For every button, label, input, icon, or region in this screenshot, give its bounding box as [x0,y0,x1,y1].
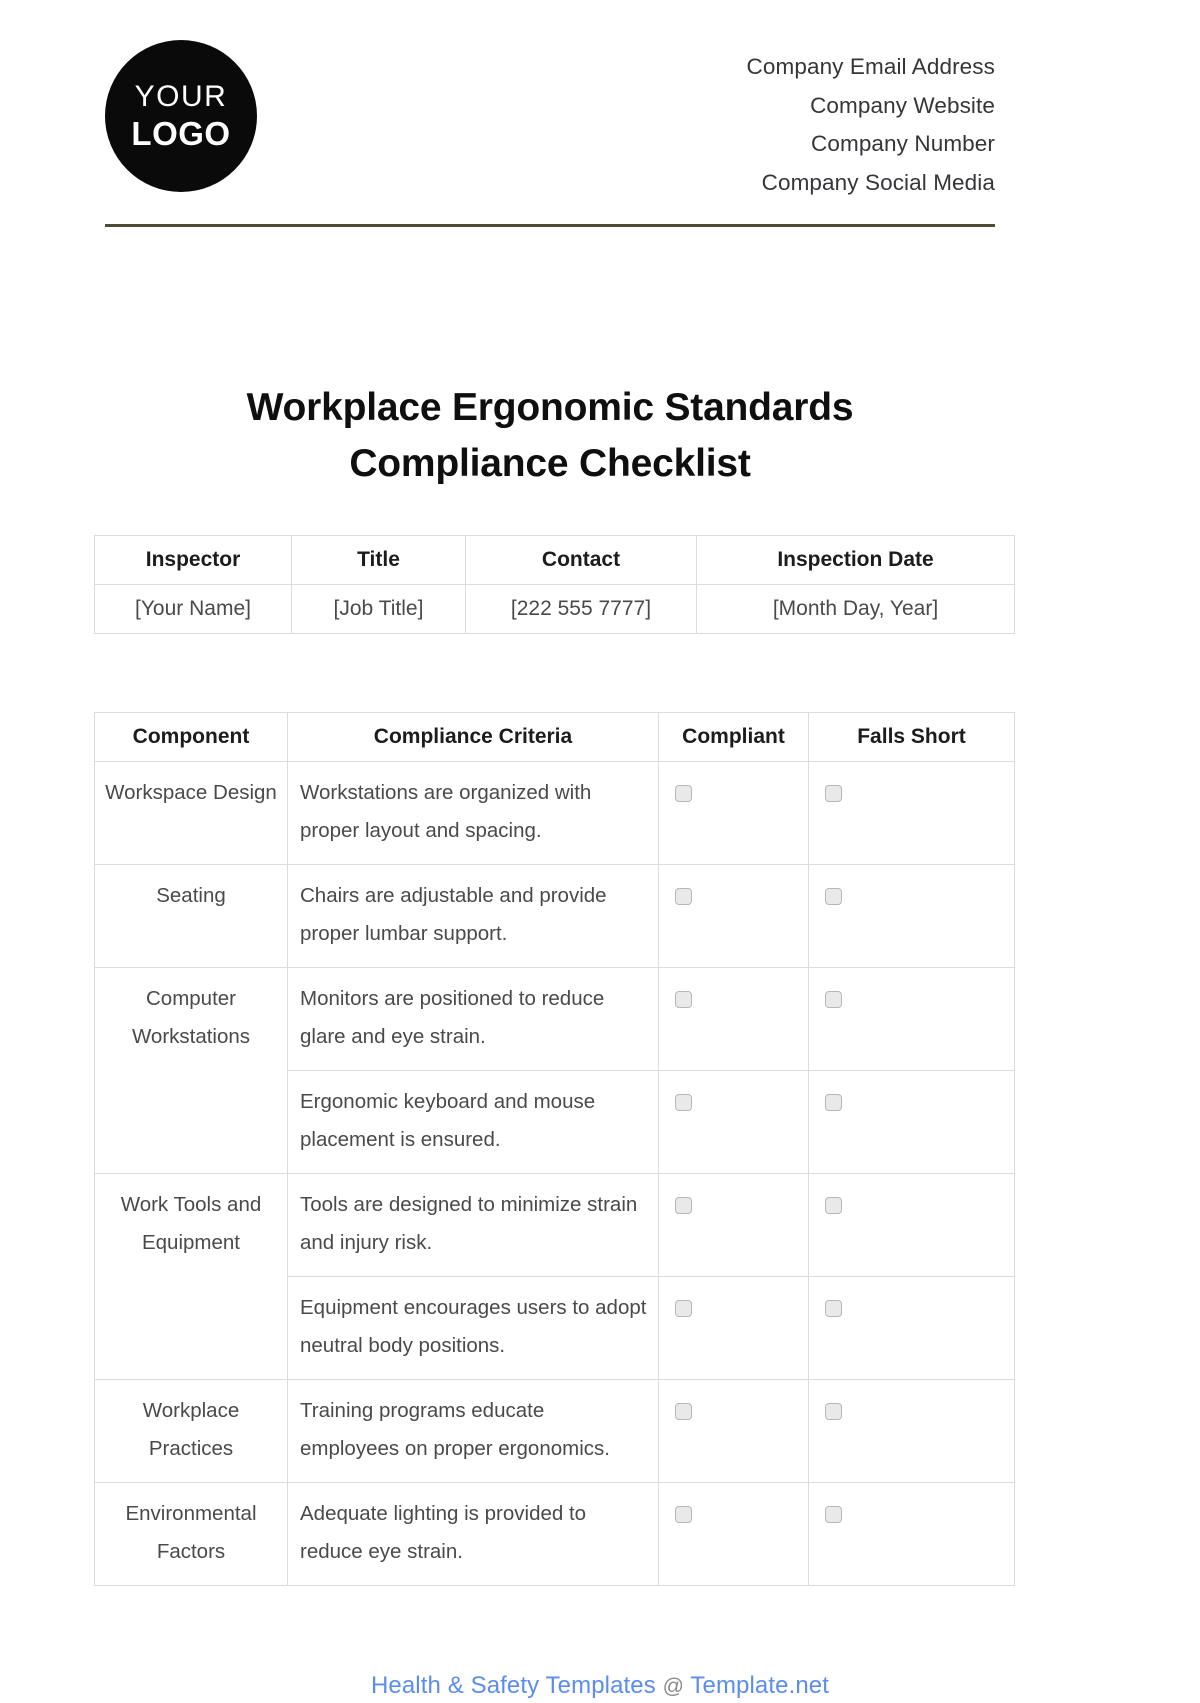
falls-short-checkbox[interactable] [825,1403,842,1420]
document-page: YOUR LOGO Company Email Address Company … [0,0,1200,1703]
checklist-cell-compliant [658,1070,809,1174]
falls-short-checkbox[interactable] [825,785,842,802]
checklist-cell-falls-short [808,1379,1015,1483]
inspector-info-table: Inspector Title Contact Inspection Date … [94,535,1015,634]
checklist-cell-falls-short [808,1276,1015,1380]
company-number: Company Number [811,131,995,156]
footer-credit[interactable]: Health & Safety Templates @ Template.net [0,1672,1200,1700]
checklist-header-falls-short: Falls Short [808,712,1015,762]
checklist-cell-component [94,1070,288,1174]
table-row: Computer Workstations Monitors are positi… [94,967,1015,1071]
company-contact-block: Company Email Address Company Website Co… [475,48,995,202]
compliant-checkbox[interactable] [675,785,692,802]
checklist-cell-compliant [658,864,809,968]
info-header-title: Title [291,535,466,585]
footer-prefix: Health & Safety Templates [370,1672,656,1699]
checklist-cell-compliant [658,1173,809,1277]
checklist-cell-component: Computer Workstations [94,967,288,1071]
header-divider [105,224,995,227]
falls-short-checkbox[interactable] [825,1506,842,1523]
info-value-inspection-date[interactable]: [Month Day, Year] [696,584,1015,634]
checklist-cell-criteria: Adequate lighting is provided to reduce … [287,1482,659,1586]
checklist-cell-criteria: Ergonomic keyboard and mouse placement i… [287,1070,659,1174]
checklist-cell-falls-short [808,761,1015,865]
checklist-cell-compliant [658,967,809,1071]
checklist-cell-falls-short [808,1070,1015,1174]
info-header-inspector: Inspector [94,535,292,585]
checklist-cell-falls-short [808,967,1015,1071]
company-social-media: Company Social Media [761,169,995,195]
compliant-checkbox[interactable] [675,1094,692,1111]
checklist-header-compliant: Compliant [658,712,809,762]
compliant-checkbox[interactable] [675,1403,692,1420]
checklist-body: Workspace Design Workstations are organiz… [94,761,1015,1586]
info-header-inspection-date: Inspection Date [696,535,1015,585]
checklist-cell-component: Workspace Design [94,761,288,865]
compliance-checklist-table: Component Compliance Criteria Compliant … [94,712,1015,1586]
table-row: Equipment encourages users to adopt neut… [94,1276,1015,1380]
compliant-checkbox[interactable] [675,991,692,1008]
falls-short-checkbox[interactable] [825,991,842,1008]
checklist-cell-component [94,1276,288,1380]
info-value-inspector[interactable]: [Your Name] [94,584,292,634]
checklist-cell-component: Environmental Factors [94,1482,288,1586]
company-email-address: Company Email Address [746,54,995,79]
info-value-contact[interactable]: [222 555 7777] [465,584,697,634]
checklist-cell-component: Workplace Practices [94,1379,288,1483]
info-value-row: [Your Name] [Job Title] [222 555 7777] [… [94,584,1015,634]
footer-at-icon: @ [662,1675,685,1698]
info-header-contact: Contact [465,535,697,585]
info-value-title[interactable]: [Job Title] [291,584,466,634]
checklist-cell-criteria: Training programs educate employees on p… [287,1379,659,1483]
checklist-cell-criteria: Tools are designed to minimize strain an… [287,1173,659,1277]
compliant-checkbox[interactable] [675,888,692,905]
compliant-checkbox[interactable] [675,1506,692,1523]
falls-short-checkbox[interactable] [825,1094,842,1111]
falls-short-checkbox[interactable] [825,888,842,905]
compliant-checkbox[interactable] [675,1197,692,1214]
table-row: Ergonomic keyboard and mouse placement i… [94,1070,1015,1174]
checklist-cell-falls-short [808,1482,1015,1586]
table-row: Work Tools and Equipment Tools are design… [94,1173,1015,1277]
checklist-cell-falls-short [808,864,1015,968]
logo-line-1: YOUR [134,80,228,113]
page-title: Workplace Ergonomic Standards Compliance… [246,386,854,485]
checklist-header-component: Component [94,712,288,762]
checklist-cell-component: Seating [94,864,288,968]
table-row: Seating Chairs are adjustable and provide… [94,864,1015,968]
checklist-cell-compliant [658,1276,809,1380]
table-row: Workspace Design Workstations are organiz… [94,761,1015,865]
info-header-row: Inspector Title Contact Inspection Date [94,535,1015,585]
falls-short-checkbox[interactable] [825,1197,842,1214]
checklist-cell-criteria: Chairs are adjustable and provide proper… [287,864,659,968]
checklist-cell-compliant [658,1482,809,1586]
compliant-checkbox[interactable] [675,1300,692,1317]
checklist-cell-compliant [658,1379,809,1483]
table-row: Environmental Factors Adequate lighting i… [94,1482,1015,1586]
company-website: Company Website [810,92,995,118]
checklist-cell-compliant [658,761,809,865]
checklist-cell-falls-short [808,1173,1015,1277]
checklist-cell-criteria: Monitors are positioned to reduce glare … [287,967,659,1071]
checklist-cell-criteria: Workstations are organized with proper l… [287,761,659,865]
company-logo: YOUR LOGO [105,40,257,192]
checklist-header-compliance-criteria: Compliance Criteria [287,712,659,762]
table-row: Workplace Practices Training programs edu… [94,1379,1015,1483]
document-header: YOUR LOGO Company Email Address Company … [105,40,995,205]
falls-short-checkbox[interactable] [825,1300,842,1317]
footer-suffix: Template.net [690,1672,830,1699]
checklist-cell-criteria: Equipment encourages users to adopt neut… [287,1276,659,1380]
logo-line-2: LOGO [131,115,231,152]
checklist-cell-component: Work Tools and Equipment [94,1173,288,1277]
checklist-header-row: Component Compliance Criteria Compliant … [94,712,1015,762]
